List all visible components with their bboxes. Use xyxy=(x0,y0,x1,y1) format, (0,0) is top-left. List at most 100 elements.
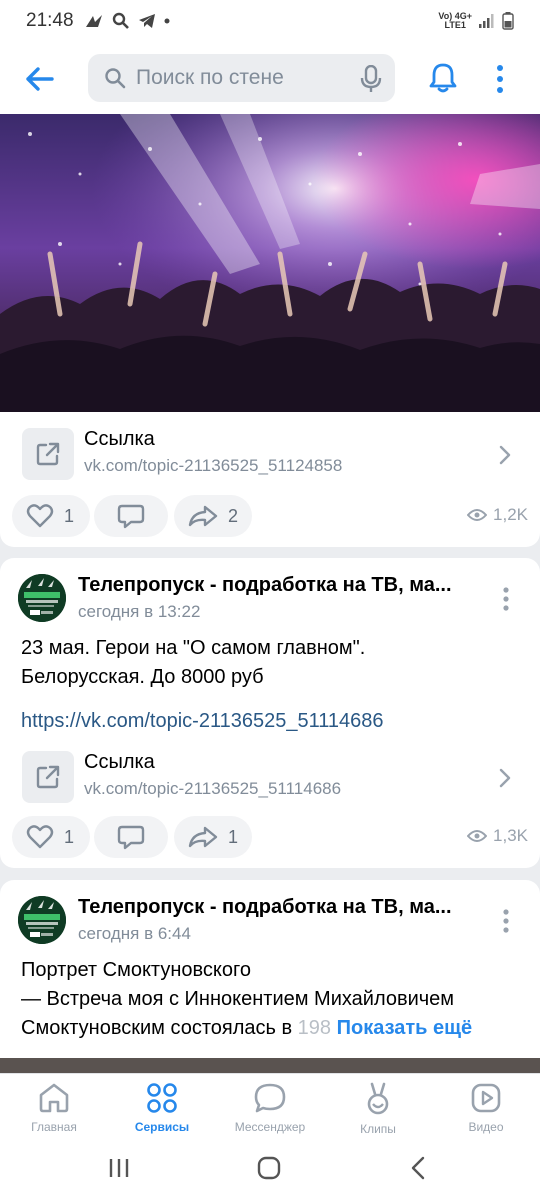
post-text-line: — Встреча моя с Иннокентием Михайловичем xyxy=(21,988,455,1010)
status-time: 21:48 xyxy=(26,10,74,31)
post-inline-link[interactable]: https://vk.com/topic-21136525_51114686 xyxy=(21,710,383,733)
post-actions: 1 1 1,3K xyxy=(0,816,540,860)
share-count: 2 xyxy=(228,505,239,526)
post-time: сегодня в 13:22 xyxy=(78,602,201,621)
network-bottom-label: LTE1 xyxy=(444,20,466,30)
heart-icon xyxy=(26,825,54,849)
microphone-icon[interactable] xyxy=(359,65,383,93)
post-card-3: Телепропуск - подработка на ТВ, ма... се… xyxy=(0,880,540,1100)
nav-label: Клипы xyxy=(360,1122,396,1136)
comment-button[interactable] xyxy=(94,816,168,858)
search-bar[interactable] xyxy=(88,54,395,102)
services-icon xyxy=(147,1083,177,1113)
search-status-icon xyxy=(112,12,129,29)
messenger-icon xyxy=(254,1083,286,1113)
share-button[interactable]: 1 xyxy=(174,816,252,858)
clips-icon xyxy=(367,1082,389,1115)
post-text-line: Портрет Смоктуновского xyxy=(21,959,251,981)
like-count: 1 xyxy=(64,826,75,847)
like-count: 1 xyxy=(64,505,75,526)
heart-icon xyxy=(26,504,54,528)
system-navigation xyxy=(0,1143,540,1200)
nav-item-messenger[interactable]: Мессенджер xyxy=(220,1082,320,1134)
post-card-1: Ссылка vk.com/topic-21136525_51124858 1 … xyxy=(0,114,540,547)
signal-icon xyxy=(479,14,494,28)
post-author-name[interactable]: Телепропуск - подработка на ТВ, ма... xyxy=(78,574,484,597)
comment-icon xyxy=(117,504,145,529)
share-icon xyxy=(188,505,218,527)
share-button[interactable]: 2 xyxy=(174,495,252,537)
views-count: 1,2K xyxy=(493,505,528,524)
link-card[interactable]: Ссылка vk.com/topic-21136525_51124858 xyxy=(0,422,540,486)
post-menu-icon[interactable] xyxy=(502,586,510,612)
search-input[interactable] xyxy=(136,66,356,90)
bottom-navigation: Главная Сервисы Мессенджер Клипы Видео xyxy=(0,1073,540,1143)
nav-label: Видео xyxy=(468,1120,504,1134)
telepropusk-logo xyxy=(18,896,66,944)
nav-item-home[interactable]: Главная xyxy=(4,1082,104,1134)
share-count: 1 xyxy=(228,826,239,847)
post-text-faded: 198 xyxy=(297,1017,332,1039)
external-link-box xyxy=(22,751,74,803)
like-button[interactable]: 1 xyxy=(12,816,90,858)
post-text-line-3: Смоктуновским состоялась в xyxy=(21,1017,293,1039)
back-system-icon[interactable] xyxy=(410,1156,426,1180)
avatar[interactable] xyxy=(18,574,66,622)
more-options-icon[interactable] xyxy=(494,64,506,94)
notifications-bell-icon[interactable] xyxy=(428,62,458,94)
chevron-right-icon xyxy=(499,768,511,788)
views-counter: 1,3K xyxy=(467,826,528,846)
recent-apps-icon[interactable] xyxy=(108,1157,130,1179)
nav-label: Главная xyxy=(31,1120,77,1134)
telepropusk-logo xyxy=(18,574,66,622)
post-header: Телепропуск - подработка на ТВ, ма... се… xyxy=(0,896,540,958)
status-bar: 21:48 Vo) 4G+ LTE1 xyxy=(0,0,540,42)
nav-item-services[interactable]: Сервисы xyxy=(112,1082,212,1134)
search-icon xyxy=(105,68,126,89)
app-root: 21:48 Vo) 4G+ LTE1 Поиск по стене Ссылка… xyxy=(0,0,540,1200)
network-indicator: Vo) 4G+ LTE1 xyxy=(438,12,472,30)
views-counter: 1,2K xyxy=(467,505,528,525)
status-icons xyxy=(84,12,170,30)
external-link-icon xyxy=(36,765,60,789)
views-count: 1,3K xyxy=(493,826,528,845)
vk-notification-icon xyxy=(85,15,102,27)
link-card-url: vk.com/topic-21136525_51124858 xyxy=(84,456,343,475)
post-card-2: Телепропуск - подработка на ТВ, ма... се… xyxy=(0,558,540,868)
home-system-icon[interactable] xyxy=(257,1156,281,1180)
post-menu-icon[interactable] xyxy=(502,908,510,934)
nav-label: Сервисы xyxy=(134,1120,190,1134)
header xyxy=(0,42,540,114)
external-link-icon xyxy=(36,442,60,466)
link-card-title: Ссылка xyxy=(84,428,155,450)
nav-item-video[interactable]: Видео xyxy=(436,1082,536,1134)
eye-icon xyxy=(467,830,488,842)
post-actions: 1 2 1,2K xyxy=(0,495,540,539)
link-card-title: Ссылка xyxy=(84,751,155,773)
dot-status-icon xyxy=(164,18,170,24)
video-icon xyxy=(471,1083,501,1113)
comment-button[interactable] xyxy=(94,495,168,537)
home-icon xyxy=(39,1083,69,1113)
post-text-line: Смоктуновским состоялась в 198 Показать … xyxy=(21,1014,521,1043)
link-card[interactable]: Ссылка vk.com/topic-21136525_51114686 xyxy=(0,745,540,809)
post-text: 23 мая. Герои на "О самом главном". Бело… xyxy=(21,634,521,692)
post-photo-concert[interactable] xyxy=(0,114,540,412)
back-arrow-icon[interactable] xyxy=(22,62,56,96)
post-text: Портрет Смоктуновского — Встреча моя с И… xyxy=(21,956,521,1043)
show-more-link[interactable]: Показать ещё xyxy=(337,1017,473,1039)
avatar[interactable] xyxy=(18,896,66,944)
eye-icon xyxy=(467,509,488,521)
battery-icon xyxy=(502,12,514,30)
post-text-line: 23 мая. Герои на "О самом главном". xyxy=(21,637,366,659)
chevron-right-icon xyxy=(499,445,511,465)
status-right: Vo) 4G+ LTE1 xyxy=(438,12,514,30)
external-link-box xyxy=(22,428,74,480)
link-card-url: vk.com/topic-21136525_51114686 xyxy=(84,779,342,798)
nav-item-clips[interactable]: Клипы xyxy=(328,1082,428,1136)
post-text-line: Белорусская. До 8000 руб xyxy=(21,666,264,688)
like-button[interactable]: 1 xyxy=(12,495,90,537)
share-icon xyxy=(188,826,218,848)
post-author-name[interactable]: Телепропуск - подработка на ТВ, ма... xyxy=(78,896,484,919)
comment-icon xyxy=(117,825,145,850)
